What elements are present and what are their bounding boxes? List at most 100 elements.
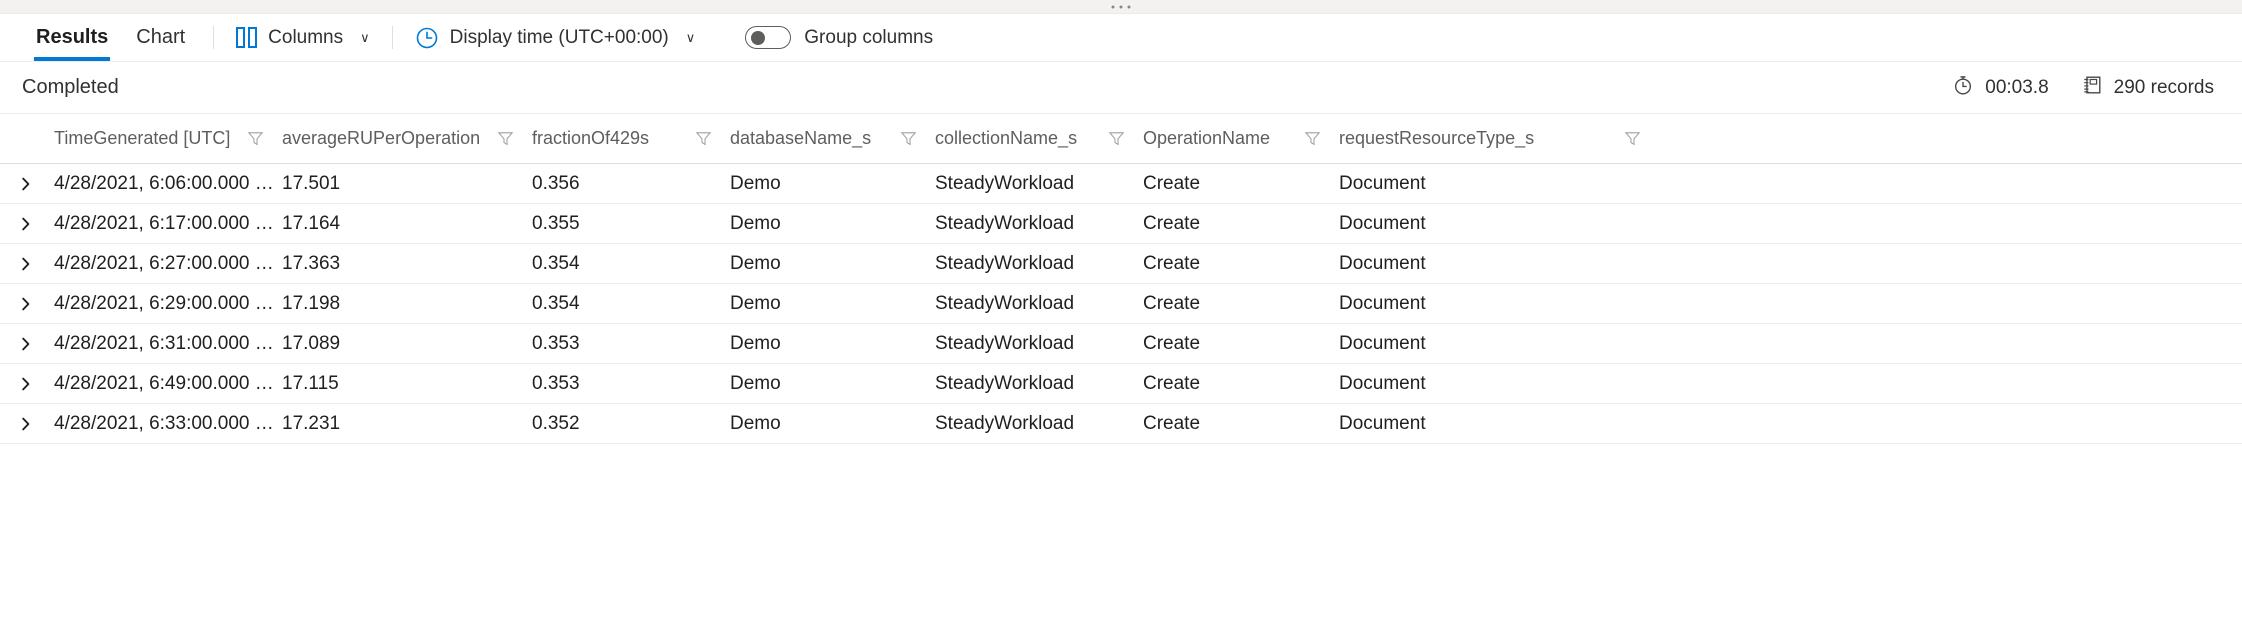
table-cell: Document <box>1337 293 1657 315</box>
column-header[interactable]: collectionName_s <box>933 128 1141 149</box>
panel-resize-grip[interactable] <box>0 0 2242 14</box>
column-header[interactable]: TimeGenerated [UTC] <box>52 128 280 149</box>
column-header[interactable]: OperationName <box>1141 128 1337 149</box>
table-cell: SteadyWorkload <box>933 173 1141 195</box>
clock-icon <box>415 26 439 50</box>
chevron-right-icon[interactable] <box>0 336 52 352</box>
table-cell: 17.501 <box>280 173 530 195</box>
table-row[interactable]: 4/28/2021, 6:06:00.000 PM17.5010.356Demo… <box>0 164 2242 204</box>
tab-results[interactable]: Results <box>22 14 122 61</box>
toggle-knob <box>751 31 765 45</box>
results-toolbar: Results Chart Columns ∨ Display time (UT… <box>0 14 2242 62</box>
table-cell: Demo <box>728 253 933 275</box>
query-duration-value: 00:03.8 <box>1985 77 2048 99</box>
table-cell: 0.354 <box>530 293 728 315</box>
filter-icon[interactable] <box>893 129 923 148</box>
table-cell: Demo <box>728 213 933 235</box>
columns-icon <box>236 27 257 48</box>
table-cell: 17.164 <box>280 213 530 235</box>
tab-results-label: Results <box>36 26 108 49</box>
chevron-right-icon[interactable] <box>0 376 52 392</box>
records-icon <box>2081 74 2103 102</box>
table-cell: Demo <box>728 333 933 355</box>
chevron-right-icon[interactable] <box>0 296 52 312</box>
table-cell: SteadyWorkload <box>933 333 1141 355</box>
table-cell: 0.355 <box>530 213 728 235</box>
table-row[interactable]: 4/28/2021, 6:49:00.000 PM17.1150.353Demo… <box>0 364 2242 404</box>
stopwatch-icon <box>1952 74 1974 102</box>
table-cell: 4/28/2021, 6:31:00.000 PM <box>52 333 280 355</box>
table-cell: Document <box>1337 253 1657 275</box>
tab-chart[interactable]: Chart <box>122 14 199 61</box>
table-cell: Document <box>1337 333 1657 355</box>
table-row[interactable]: 4/28/2021, 6:31:00.000 PM17.0890.353Demo… <box>0 324 2242 364</box>
table-cell: Demo <box>728 413 933 435</box>
results-panel: Results Chart Columns ∨ Display time (UT… <box>0 0 2242 621</box>
table-cell: Create <box>1141 373 1337 395</box>
filter-icon[interactable] <box>1101 129 1131 148</box>
record-count: 290 records <box>2081 74 2214 102</box>
table-cell: SteadyWorkload <box>933 213 1141 235</box>
results-grid: TimeGenerated [UTC] averageRUPerOperation… <box>0 114 2242 621</box>
table-row[interactable]: 4/28/2021, 6:33:00.000 PM17.2310.352Demo… <box>0 404 2242 444</box>
chevron-down-icon: ∨ <box>360 31 370 44</box>
table-row[interactable]: 4/28/2021, 6:29:00.000 PM17.1980.354Demo… <box>0 284 2242 324</box>
table-cell: Create <box>1141 253 1337 275</box>
filter-icon[interactable] <box>490 129 520 148</box>
chevron-right-icon[interactable] <box>0 416 52 432</box>
chevron-down-icon: ∨ <box>686 31 696 44</box>
filter-icon[interactable] <box>688 129 718 148</box>
display-time-button[interactable]: Display time (UTC+00:00) ∨ <box>407 14 704 61</box>
grip-dots-icon <box>1112 5 1131 8</box>
column-header-label: TimeGenerated [UTC] <box>54 128 240 149</box>
table-cell: 0.352 <box>530 413 728 435</box>
group-columns-toggle[interactable]: Group columns <box>745 14 933 61</box>
chevron-right-icon[interactable] <box>0 176 52 192</box>
table-cell: Document <box>1337 373 1657 395</box>
filter-icon[interactable] <box>1297 129 1327 148</box>
status-metrics: 00:03.8 290 records <box>1952 74 2214 102</box>
table-cell: 4/28/2021, 6:49:00.000 PM <box>52 373 280 395</box>
chevron-right-icon[interactable] <box>0 256 52 272</box>
table-cell: 17.198 <box>280 293 530 315</box>
results-statusbar: Completed 00:03.8 <box>0 62 2242 114</box>
table-cell: Create <box>1141 293 1337 315</box>
table-row[interactable]: 4/28/2021, 6:27:00.000 PM17.3630.354Demo… <box>0 244 2242 284</box>
query-status-text: Completed <box>22 76 119 99</box>
column-header-label: requestResourceType_s <box>1339 128 1617 149</box>
table-cell: SteadyWorkload <box>933 293 1141 315</box>
column-header[interactable]: databaseName_s <box>728 128 933 149</box>
query-duration: 00:03.8 <box>1952 74 2048 102</box>
column-header-label: averageRUPerOperation <box>282 128 490 149</box>
column-header-label: OperationName <box>1143 128 1297 149</box>
table-cell: 0.354 <box>530 253 728 275</box>
table-cell: 4/28/2021, 6:29:00.000 PM <box>52 293 280 315</box>
table-cell: 17.231 <box>280 413 530 435</box>
filter-icon[interactable] <box>1617 129 1647 148</box>
chevron-right-icon[interactable] <box>0 216 52 232</box>
table-cell: 0.356 <box>530 173 728 195</box>
table-cell: Create <box>1141 173 1337 195</box>
table-cell: Demo <box>728 373 933 395</box>
table-cell: Create <box>1141 213 1337 235</box>
column-header[interactable]: requestResourceType_s <box>1337 128 1657 149</box>
column-header-label: fractionOf429s <box>532 128 688 149</box>
table-cell: 17.363 <box>280 253 530 275</box>
tab-chart-label: Chart <box>136 26 185 49</box>
table-row[interactable]: 4/28/2021, 6:17:00.000 PM17.1640.355Demo… <box>0 204 2242 244</box>
columns-button[interactable]: Columns ∨ <box>228 14 378 61</box>
toggle-track[interactable] <box>745 26 791 49</box>
group-columns-label: Group columns <box>804 27 933 49</box>
column-header-label: databaseName_s <box>730 128 893 149</box>
table-cell: Document <box>1337 413 1657 435</box>
column-header[interactable]: averageRUPerOperation <box>280 128 530 149</box>
table-cell: Create <box>1141 413 1337 435</box>
toolbar-divider-1 <box>213 26 214 49</box>
table-cell: SteadyWorkload <box>933 253 1141 275</box>
table-cell: Document <box>1337 213 1657 235</box>
table-cell: SteadyWorkload <box>933 413 1141 435</box>
table-cell: 4/28/2021, 6:06:00.000 PM <box>52 173 280 195</box>
filter-icon[interactable] <box>240 129 270 148</box>
column-header-label: collectionName_s <box>935 128 1101 149</box>
column-header[interactable]: fractionOf429s <box>530 128 728 149</box>
